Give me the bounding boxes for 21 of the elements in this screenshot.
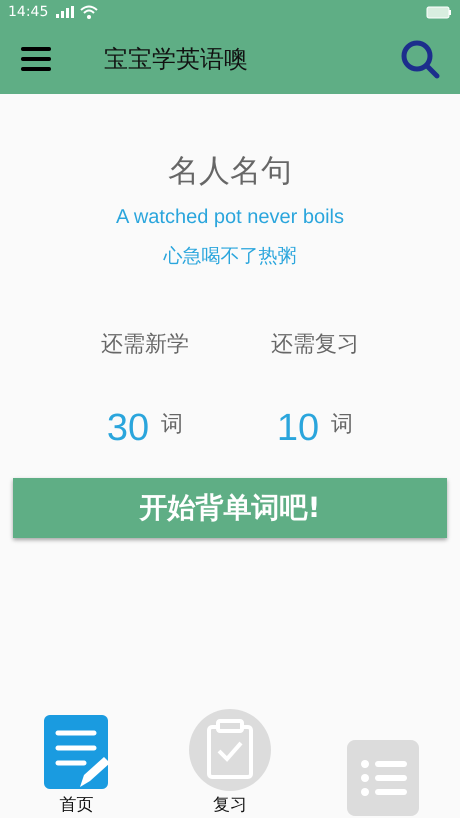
- stat-label: 还需复习: [271, 331, 359, 359]
- wifi-icon: [80, 5, 98, 19]
- battery-icon: [426, 6, 452, 18]
- unit-label: 词: [161, 411, 184, 439]
- note-pencil-icon: [44, 715, 110, 791]
- unit-label: 词: [331, 411, 354, 439]
- status-time: 14:45: [8, 4, 48, 20]
- list-icon: [347, 740, 420, 816]
- nav-tab[interactable]: 首页: [0, 708, 154, 818]
- stat-label: 还需新学: [101, 331, 189, 359]
- quote-english: A watched pot never boils: [116, 206, 344, 229]
- signal-icon: [54, 6, 74, 18]
- word-count: 30: [106, 407, 150, 450]
- word-count: 10: [276, 407, 320, 450]
- quote-chinese: 心急喝不了热粥: [164, 244, 296, 269]
- menu-icon[interactable]: [20, 45, 52, 73]
- app-title: 宝宝学英语噢: [104, 44, 249, 75]
- search-icon[interactable]: [400, 39, 440, 79]
- nav-tab[interactable]: 复习: [153, 708, 307, 818]
- clipboard-check-icon: [188, 709, 271, 791]
- quote-heading: 名人名句: [168, 152, 292, 191]
